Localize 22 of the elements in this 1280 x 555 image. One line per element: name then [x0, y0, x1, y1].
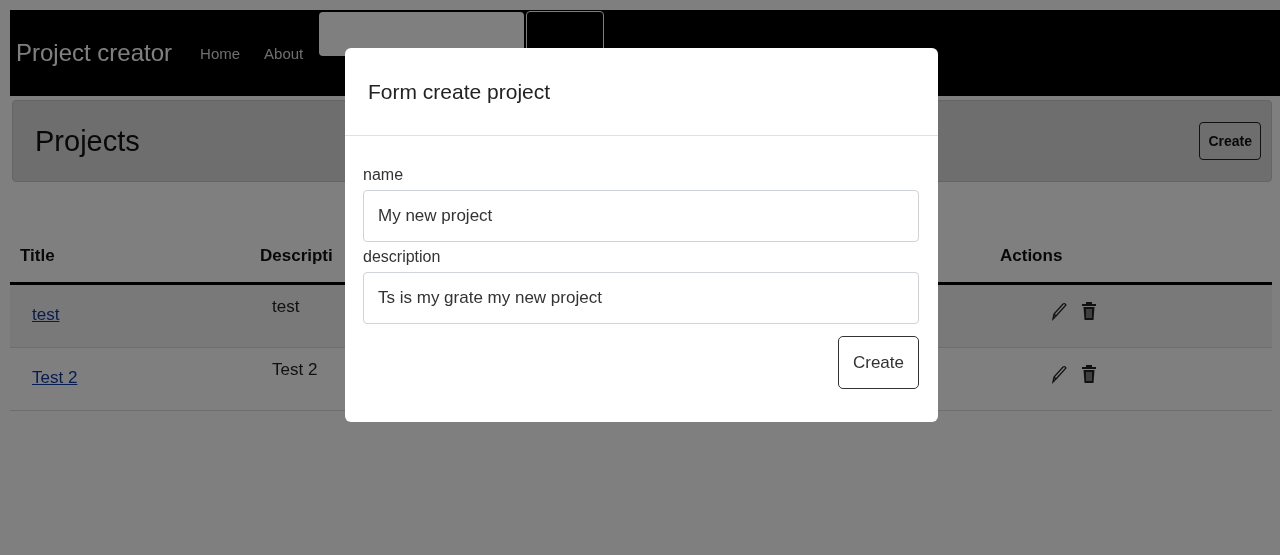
nav-link[interactable]: About	[264, 44, 304, 62]
trash-icon[interactable]	[1081, 364, 1097, 384]
table-cell: Test 2	[272, 360, 318, 379]
field-label: description	[363, 248, 442, 266]
project-link[interactable]: test	[32, 305, 60, 324]
page-title: Projects	[35, 124, 140, 158]
project-link[interactable]: Test 2	[32, 368, 78, 387]
field-label: name	[363, 166, 405, 184]
column-header: Descripti	[260, 246, 333, 265]
create-button[interactable]: Create	[1199, 122, 1261, 160]
input-field[interactable]: Ts is my grate my new project	[363, 272, 919, 324]
table-cell: test	[272, 297, 300, 316]
modal-title: Form create project	[368, 79, 551, 104]
input-field[interactable]: My new project	[363, 190, 919, 242]
nav-link[interactable]: Home	[200, 44, 241, 62]
pencil-icon[interactable]	[1049, 301, 1069, 321]
column-header: Actions	[1000, 246, 1063, 265]
trash-icon[interactable]	[1081, 301, 1097, 321]
brand-title[interactable]: Project creator	[16, 39, 173, 67]
column-header: Title	[20, 246, 55, 265]
create-button[interactable]: Create	[837, 336, 919, 389]
pencil-icon[interactable]	[1049, 364, 1069, 384]
